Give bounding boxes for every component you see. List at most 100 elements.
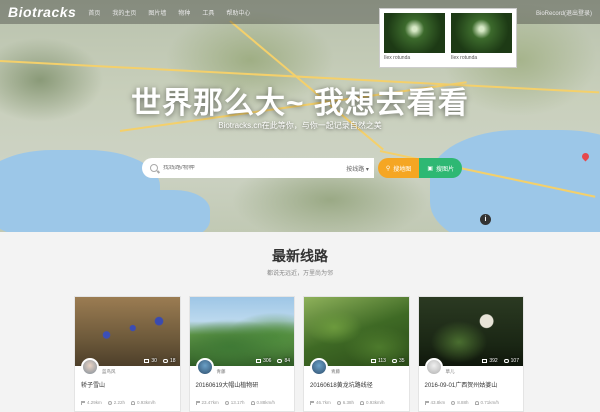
avatar[interactable] <box>195 358 214 376</box>
route-card[interactable]: 306 84 青藤 20160619大帽山植物研 23.47km 13.17h … <box>188 296 295 412</box>
route-card[interactable]: 392 107 草儿 2016-09-01广西贺州姑婆山 43.8km 8.88… <box>417 296 524 412</box>
map-photo-popup: Ilex rotunda Ilex rotunda <box>379 8 517 68</box>
search-map-label: 搜地图 <box>393 166 412 173</box>
nav-link-tools[interactable]: 工具 <box>202 8 214 17</box>
comment-count: 107 <box>503 358 519 364</box>
latest-routes-section: 最新线路 都说无远近，万里尚为邻 30 18 蓝鸟风 轿子雪山 4.29km 2… <box>0 232 600 412</box>
author-name[interactable]: 草儿 <box>446 369 455 375</box>
route-cover-image[interactable]: 30 18 <box>75 297 180 366</box>
hero-subtitle: Biotracks.cn在此等你，与你一起记录自然之美 <box>218 121 382 130</box>
search-photo-label: 搜图片 <box>435 166 454 173</box>
popup-photo[interactable]: Ilex rotunda <box>451 13 512 63</box>
hero-title: 世界那么大~ 我想去看看 <box>131 87 469 120</box>
search-icon <box>150 164 158 172</box>
route-title[interactable]: 20160619大帽山植物研 <box>196 380 259 389</box>
comment-icon <box>162 359 168 363</box>
speed: 0.71km/h <box>474 400 499 405</box>
avatar[interactable] <box>424 358 443 376</box>
route-cover-image[interactable]: 306 84 <box>189 297 294 366</box>
photo-count-value: 30 <box>151 358 157 364</box>
route-cover-image[interactable]: 392 107 <box>418 297 523 366</box>
duration-value: 13.17h <box>230 400 245 405</box>
route-card[interactable]: 30 18 蓝鸟风 轿子雪山 4.29km 2.22h 0.93km/h <box>74 296 181 412</box>
distance-value: 23.47km <box>201 400 219 405</box>
route-card[interactable]: 113 35 青藤 20160618黄龙坑路线径 46.7km 6.38h 0.… <box>303 296 410 412</box>
distance: 46.7km <box>310 400 331 405</box>
route-title[interactable]: 20160618黄龙坑路线径 <box>310 380 373 389</box>
author-name[interactable]: 蓝鸟风 <box>102 369 116 375</box>
image-icon <box>256 359 262 363</box>
hero-map[interactable]: Biotracks 首页 我的主页 图片墙 物种 工具 帮助中心 BioReco… <box>0 0 600 232</box>
duration: 13.17h <box>224 400 245 405</box>
search-bar: 按线路 ▾ ⚲ 搜地图 ▣ 搜图片 <box>142 158 462 178</box>
map-water <box>120 190 210 232</box>
card-stats: 30 18 <box>144 358 176 364</box>
search-input[interactable] <box>163 165 334 171</box>
duration-value: 8.88h <box>457 400 469 405</box>
distance: 4.29km <box>81 400 102 405</box>
avatar[interactable] <box>81 358 99 376</box>
photo-count: 113 <box>370 358 386 364</box>
image-icon <box>370 359 376 363</box>
speed-icon <box>131 400 136 405</box>
author-name[interactable]: 青藤 <box>331 369 340 375</box>
info-icon[interactable]: i <box>480 214 491 225</box>
clock-icon <box>107 400 112 405</box>
user-account-link[interactable]: BioRecord(退出登录) <box>536 8 592 17</box>
nav-link-species[interactable]: 物种 <box>178 8 190 17</box>
comment-count-value: 84 <box>284 358 290 364</box>
speed: 0.88km/h <box>250 400 276 405</box>
speed-value: 0.93km/h <box>137 400 156 405</box>
avatar[interactable] <box>310 358 328 376</box>
distance-value: 46.7km <box>316 400 331 405</box>
card-stats: 113 35 <box>370 358 405 364</box>
nav-link-help[interactable]: 帮助中心 <box>226 8 250 17</box>
popup-photo-image[interactable] <box>451 13 512 53</box>
speed-value: 0.88km/h <box>256 400 276 405</box>
comment-count: 84 <box>277 358 290 364</box>
image-icon <box>482 359 488 363</box>
comment-count: 35 <box>391 358 405 364</box>
nav-link-home[interactable]: 首页 <box>88 8 100 17</box>
site-logo[interactable]: Biotracks <box>8 4 76 20</box>
distance-value: 4.29km <box>87 400 102 405</box>
route-title[interactable]: 轿子雪山 <box>81 380 105 389</box>
speed-icon <box>250 400 255 405</box>
image-icon <box>144 359 150 363</box>
comment-count: 18 <box>162 358 176 364</box>
route-meta: 43.8km 8.88h 0.71km/h <box>424 400 499 405</box>
speed-icon <box>360 400 365 405</box>
photo-count: 392 <box>482 358 498 364</box>
author-name[interactable]: 青藤 <box>217 369 226 375</box>
search-scope-select[interactable]: 按线路 ▾ <box>341 158 374 178</box>
speed: 0.93km/h <box>360 400 385 405</box>
comment-icon <box>391 359 397 363</box>
nav-link-photo-wall[interactable]: 图片墙 <box>148 8 166 17</box>
popup-photo-caption: Ilex rotunda <box>451 55 478 61</box>
nav-link-my-home[interactable]: 我的主页 <box>112 8 136 17</box>
route-title[interactable]: 2016-09-01广西贺州姑婆山 <box>425 380 498 389</box>
speed-icon <box>474 400 479 405</box>
popup-photo-image[interactable] <box>384 13 445 53</box>
route-cards: 30 18 蓝鸟风 轿子雪山 4.29km 2.22h 0.93km/h 306… <box>74 296 524 412</box>
popup-photo[interactable]: Ilex rotunda <box>384 13 445 63</box>
map-pin-icon: ⚲ <box>385 165 391 172</box>
search-box[interactable] <box>142 158 342 178</box>
flag-icon <box>81 400 85 405</box>
route-cover-image[interactable]: 113 35 <box>304 297 409 366</box>
comment-count-value: 107 <box>510 358 519 364</box>
comment-icon <box>503 359 509 363</box>
image-icon: ▣ <box>427 165 433 172</box>
flag-icon <box>424 400 429 405</box>
comment-count-value: 18 <box>169 358 176 364</box>
section-subtitle: 都说无远近，万里尚为邻 <box>266 271 333 277</box>
section-title: 最新线路 <box>272 248 328 264</box>
duration: 2.22h <box>107 400 125 405</box>
distance: 23.47km <box>195 400 219 405</box>
flag-icon <box>310 400 314 405</box>
clock-icon <box>336 400 341 405</box>
speed: 0.93km/h <box>131 400 156 405</box>
photo-count-value: 113 <box>377 358 386 364</box>
search-map-button[interactable]: ⚲ 搜地图 <box>377 158 420 178</box>
search-photo-button[interactable]: ▣ 搜图片 <box>419 158 462 178</box>
